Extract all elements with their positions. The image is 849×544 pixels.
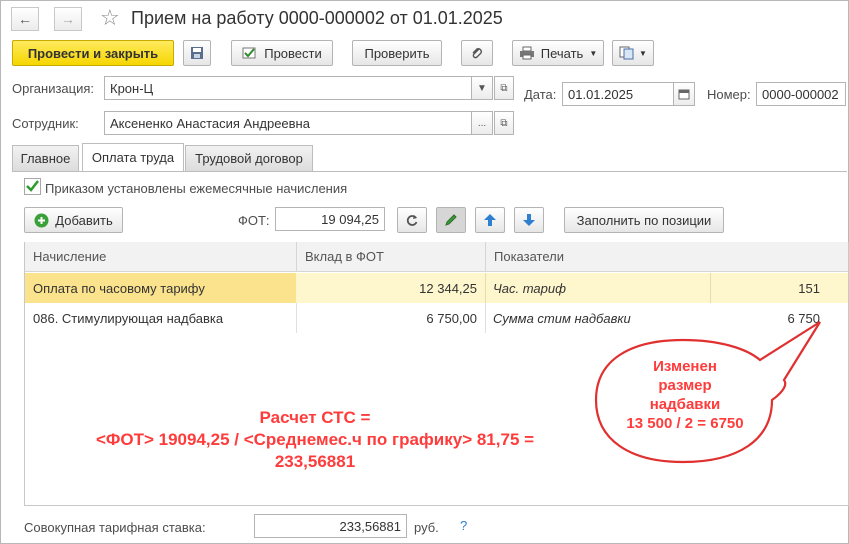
chevron-down-icon: ▼ bbox=[589, 48, 598, 58]
edit-button[interactable] bbox=[436, 207, 466, 233]
number-label: Номер: bbox=[707, 87, 751, 102]
documents-icon bbox=[619, 46, 634, 60]
back-button[interactable]: ← bbox=[11, 7, 39, 31]
post-and-close-button[interactable]: Провести и закрыть bbox=[12, 40, 174, 66]
check-button[interactable]: Проверить bbox=[352, 40, 442, 66]
star-icon[interactable]: ☆ bbox=[100, 5, 120, 31]
row-fot-value: 6 750,00 bbox=[426, 310, 477, 326]
arrow-up-icon bbox=[484, 214, 496, 226]
forward-button[interactable]: → bbox=[54, 7, 82, 31]
pencil-icon bbox=[445, 214, 457, 226]
tab-contract[interactable]: Трудовой договор bbox=[185, 145, 313, 171]
plus-circle-icon bbox=[34, 213, 49, 227]
row-fot-value: 12 344,25 bbox=[419, 280, 477, 296]
add-label: Добавить bbox=[55, 212, 113, 228]
col-divider bbox=[485, 273, 486, 303]
tab-payment[interactable]: Оплата труда bbox=[82, 143, 184, 171]
employee-open-button[interactable]: ⧉ bbox=[494, 111, 514, 135]
row-accrual-name: Оплата по часовому тарифу bbox=[33, 280, 205, 296]
create-based-on-button[interactable]: ▼ bbox=[612, 40, 654, 66]
recalculate-button[interactable] bbox=[397, 207, 427, 233]
rate-label: Совокупная тарифная ставка: bbox=[24, 520, 206, 535]
refresh-icon bbox=[406, 215, 418, 226]
calc-line-2: <ФОТ> 19094,25 / <Среднемес.ч по графику… bbox=[95, 430, 535, 449]
date-field[interactable]: 01.01.2025 bbox=[562, 82, 674, 106]
org-label: Организация: bbox=[12, 81, 95, 96]
move-down-button[interactable] bbox=[514, 207, 544, 233]
paperclip-icon bbox=[472, 48, 482, 59]
employee-label: Сотрудник: bbox=[12, 116, 79, 131]
rate-field: 233,56881 bbox=[254, 514, 407, 538]
open-icon: ⧉ bbox=[500, 117, 508, 129]
bubble-line-1: Изменен bbox=[653, 358, 717, 375]
col-divider bbox=[296, 303, 297, 333]
chevron-down-icon: ▼ bbox=[477, 82, 487, 94]
floppy-icon bbox=[191, 47, 203, 59]
bubble-line-4: 13 500 / 2 = 6750 bbox=[626, 415, 744, 432]
org-open-button[interactable]: ⧉ bbox=[494, 76, 514, 100]
col-header-accrual[interactable]: Начисление bbox=[25, 242, 296, 272]
arrow-down-icon bbox=[523, 214, 535, 226]
print-label: Печать bbox=[540, 45, 584, 61]
tab-divider bbox=[12, 171, 847, 172]
col-header-indicators[interactable]: Показатели bbox=[485, 242, 848, 272]
org-field[interactable]: Крон-Ц bbox=[104, 76, 472, 100]
row-accrual-name: 086. Стимулирующая надбавка bbox=[33, 310, 224, 326]
calc-line-3: 233,56881 bbox=[274, 452, 356, 471]
employee-select-button[interactable]: ... bbox=[471, 111, 493, 135]
post-button[interactable]: Провести bbox=[231, 40, 333, 66]
bubble-line-2: размер bbox=[658, 377, 712, 394]
monthly-accruals-label: Приказом установлены ежемесячные начисле… bbox=[45, 181, 348, 196]
chevron-down-icon: ▼ bbox=[639, 48, 647, 58]
employee-field[interactable]: Аксененко Анастасия Андреевна bbox=[104, 111, 472, 135]
monthly-accruals-checkbox[interactable] bbox=[24, 178, 41, 195]
date-label: Дата: bbox=[524, 87, 557, 102]
bubble-line-3: надбавки bbox=[649, 396, 721, 413]
arrow-right-icon: → bbox=[61, 11, 75, 27]
calc-annotation: Расчет СТС = <ФОТ> 19094,25 / <Среднемес… bbox=[40, 407, 590, 473]
fot-field: 19 094,25 bbox=[275, 207, 385, 231]
col-divider bbox=[485, 303, 486, 333]
calc-line-1: Расчет СТС = bbox=[259, 408, 371, 427]
checkmark-icon bbox=[26, 180, 39, 192]
printer-icon bbox=[519, 46, 534, 60]
currency-label: руб. bbox=[414, 520, 439, 535]
post-icon bbox=[242, 47, 256, 59]
fot-label: ФОТ: bbox=[238, 213, 270, 228]
window-title: Прием на работу 0000-000002 от 01.01.202… bbox=[131, 8, 503, 28]
print-button[interactable]: Печать ▼ bbox=[512, 40, 604, 66]
help-link[interactable]: ? bbox=[460, 518, 467, 533]
open-icon: ⧉ bbox=[500, 82, 508, 94]
ellipsis-icon: ... bbox=[477, 117, 487, 129]
calendar-button[interactable] bbox=[673, 82, 695, 106]
tab-main[interactable]: Главное bbox=[12, 145, 79, 171]
attach-button[interactable] bbox=[461, 40, 493, 66]
fill-by-position-button[interactable]: Заполнить по позиции bbox=[564, 207, 724, 233]
org-dropdown-button[interactable]: ▼ bbox=[471, 76, 493, 100]
move-up-button[interactable] bbox=[475, 207, 505, 233]
calendar-icon bbox=[678, 89, 690, 100]
number-field[interactable]: 0000-000002 bbox=[756, 82, 846, 106]
save-button[interactable] bbox=[183, 40, 211, 66]
row-indicator-value: 151 bbox=[710, 273, 820, 303]
col-header-fot[interactable]: Вклад в ФОТ bbox=[296, 242, 485, 272]
add-button[interactable]: Добавить bbox=[24, 207, 123, 233]
row-indicator-name: Час. тариф bbox=[493, 280, 566, 296]
bubble-text: Изменен размер надбавки 13 500 / 2 = 675… bbox=[598, 357, 772, 433]
arrow-left-icon: ← bbox=[18, 11, 32, 27]
post-label: Провести bbox=[264, 45, 322, 61]
